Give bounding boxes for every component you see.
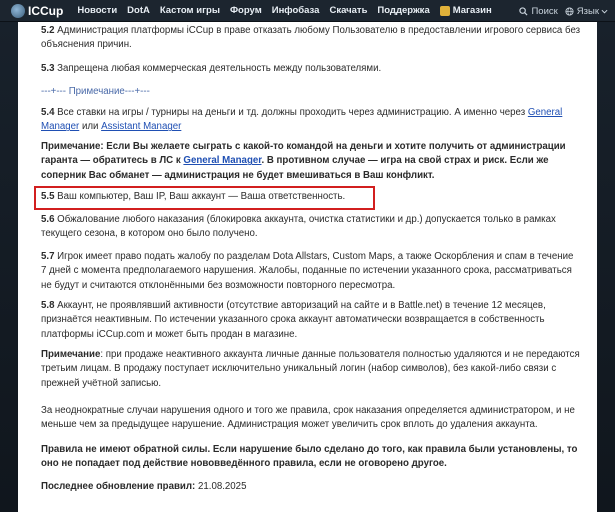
rule-5-5: 5.5 Ваш компьютер, Ваш IP, Ваш аккаунт —… xyxy=(41,190,581,204)
rule-5-4: 5.4 Все ставки на игры / турниры на день… xyxy=(41,106,581,135)
nav-download[interactable]: Скачать xyxy=(329,5,367,16)
rule-5-6: 5.6 Обжалование любого наказания (блокир… xyxy=(41,213,581,242)
rule-number: 5.7 xyxy=(41,251,55,262)
no-retroactive-text: Правила не имеют обратной силы. Если нар… xyxy=(41,444,578,470)
rule-number: 5.8 xyxy=(41,300,55,311)
nav-custom-games[interactable]: Кастом игры xyxy=(160,5,220,16)
rule-text: Аккаунт, не проявлявший активности (отсу… xyxy=(41,300,546,340)
nav-shop[interactable]: Магазин xyxy=(439,5,492,16)
last-updated-label: Последнее обновление правил: xyxy=(41,481,196,492)
language-selector[interactable]: Язык xyxy=(565,6,611,17)
nav-dota[interactable]: DotA xyxy=(127,5,150,16)
logo-icon xyxy=(11,3,25,18)
assistant-manager-link[interactable]: Assistant Manager xyxy=(101,121,181,132)
shop-icon xyxy=(439,5,450,16)
nav-infobase[interactable]: Инфобаза xyxy=(272,5,320,16)
rule-text: Игрок имеет право подать жалобу по разде… xyxy=(41,251,574,291)
rule-text: Запрещена любая коммерческая деятельност… xyxy=(54,63,382,74)
language-label: Язык xyxy=(576,5,599,17)
logo-text: ICCup xyxy=(28,3,64,18)
note-separator: ---+--- Примечание---+--- xyxy=(41,86,150,97)
rule-number: 5.4 xyxy=(41,107,55,118)
page-side-background-left xyxy=(0,22,18,512)
rule-text: Ваш компьютер, Ваш IP, Ваш аккаунт — Ваш… xyxy=(54,191,346,202)
rule-text: Администрация платформы iCCup в праве от… xyxy=(41,25,581,51)
search-label: Поиск xyxy=(531,5,558,17)
note-label: Примечание xyxy=(41,141,101,152)
note-label: Примечание xyxy=(41,349,101,360)
rule-number: 5.5 xyxy=(41,191,55,202)
globe-icon xyxy=(565,6,574,16)
note-text: : при продаже неактивного аккаунта личны… xyxy=(41,349,580,389)
search-button[interactable]: Поиск xyxy=(519,5,558,17)
top-navigation-bar: ICCup Новости DotA Кастом игры Форум Инф… xyxy=(0,0,615,22)
rule-text: Все ставки на игры / турниры на деньги и… xyxy=(54,107,528,118)
chevron-down-icon xyxy=(601,9,608,14)
rule-5-8: 5.8 Аккаунт, не проявлявший активности (… xyxy=(41,299,581,342)
page-side-background-right xyxy=(597,22,615,512)
note-inactive-accounts: Примечание: при продаже неактивного акка… xyxy=(41,348,581,391)
site-logo[interactable]: ICCup xyxy=(11,3,64,18)
nav-forum[interactable]: Форум xyxy=(230,5,262,16)
nav-news[interactable]: Новости xyxy=(77,5,117,16)
general-manager-link-2[interactable]: General Manager xyxy=(183,155,261,166)
last-updated-date: 21.08.2025 xyxy=(195,481,247,492)
repeat-violations-text: За неоднократные случаи нарушения одного… xyxy=(41,405,575,431)
rule-number: 5.6 xyxy=(41,214,55,225)
main-nav: Новости DotA Кастом игры Форум Инфобаза … xyxy=(77,5,501,16)
last-updated: Последнее обновление правил: 21.08.2025 xyxy=(41,480,581,494)
header-tools: Поиск Язык xyxy=(512,0,611,22)
rule-text-or: или xyxy=(79,121,102,133)
nav-support[interactable]: Поддержка xyxy=(377,5,429,16)
note-betting: Примечание: Если Вы желаете сыграть с ка… xyxy=(41,140,581,183)
rule-5-7: 5.7 Игрок имеет право подать жалобу по р… xyxy=(41,250,581,293)
rule-5-2: 5.2 Администрация платформы iCCup в прав… xyxy=(41,24,581,53)
rule-5-3: 5.3 Запрещена любая коммерческая деятель… xyxy=(41,62,581,76)
rules-content-panel: 5.2 Администрация платформы iCCup в прав… xyxy=(18,22,597,512)
rule-number: 5.2 xyxy=(41,25,55,36)
search-icon xyxy=(519,6,528,16)
nav-shop-label: Магазин xyxy=(452,5,492,16)
rule-text: Обжалование любого наказания (блокировка… xyxy=(41,214,556,240)
rule-number: 5.3 xyxy=(41,63,55,74)
